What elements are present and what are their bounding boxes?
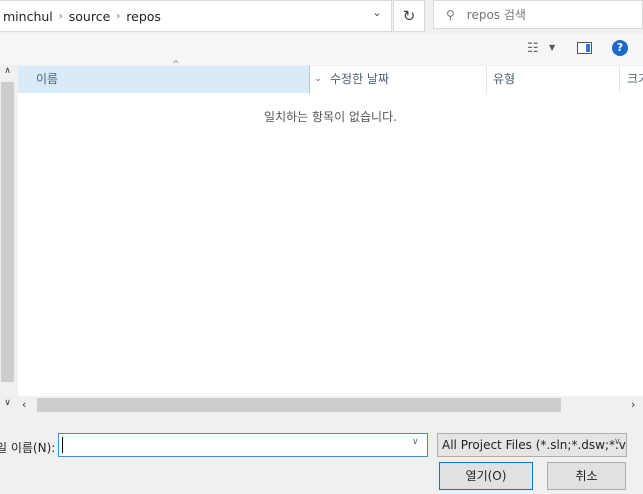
view-options-icon[interactable]: ☷ [527,41,539,56]
chevron-down-icon[interactable]: ∨ [614,437,621,447]
filename-input[interactable] [58,433,428,457]
sort-ascending-icon: ^ [172,60,180,70]
search-placeholder: repos 검색 [466,8,526,22]
cancel-button[interactable]: 취소 [547,462,626,490]
scrollbar-thumb[interactable] [1,82,14,382]
preview-pane-button[interactable] [577,42,592,54]
column-header-date[interactable]: 수정한 날짜 [330,66,487,93]
chevron-right-icon[interactable]: › [116,11,120,22]
column-header-type[interactable]: 유형 [493,66,620,93]
scroll-down-icon[interactable]: ∨ [0,398,15,412]
breadcrumb-minchul[interactable]: minchul [3,9,53,24]
filename-label: 일 이름(N): [0,441,56,455]
filename-dropdown-icon[interactable]: ∨ [412,437,419,447]
toolbar [0,33,643,65]
scroll-up-icon[interactable]: ∧ [0,66,15,80]
breadcrumb-repos[interactable]: repos [126,9,161,24]
view-dropdown-icon[interactable]: ▼ [549,43,555,52]
search-icon: ⚲ [446,7,455,22]
text-caret [62,437,63,453]
address-bar[interactable]: minchul › source › repos [0,0,392,32]
file-type-select[interactable]: All Project Files (*.sln;*.dsw;*.vc [437,433,627,457]
open-button[interactable]: 열기(O) [439,462,533,490]
scrollbar-thumb[interactable] [37,398,561,412]
scroll-left-icon[interactable]: ‹ [22,398,26,411]
chevron-right-icon[interactable]: › [59,11,63,22]
search-input[interactable]: ⚲ repos 검색 [433,0,643,29]
breadcrumb-source[interactable]: source [69,9,111,24]
address-history-dropdown[interactable]: ⌄ [368,6,386,24]
column-filter-dropdown[interactable]: ⌄ [311,66,325,93]
column-header-size[interactable]: 크기 [627,66,643,93]
scroll-right-icon[interactable]: › [631,398,635,411]
help-button[interactable]: ? [612,40,628,56]
column-header-name[interactable]: 이름 [18,66,310,93]
refresh-button[interactable]: ↻ [393,0,425,32]
empty-message: 일치하는 항목이 없습니다. [264,110,397,124]
